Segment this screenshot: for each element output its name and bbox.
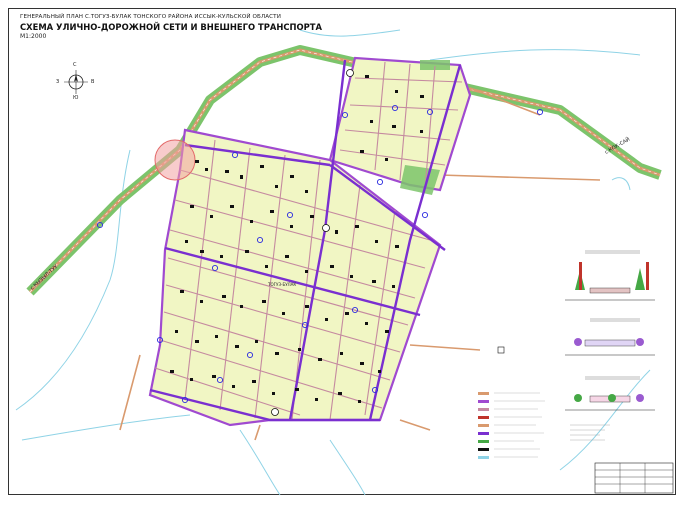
plan-scale: М1:2000 [20,33,47,40]
junction-circle [154,139,196,181]
plan-title: СХЕМА УЛИЧНО-ДОРОЖНОЙ СЕТИ И ВНЕШНЕГО ТР… [20,22,322,32]
plan-subtitle: ГЕНЕРАЛЬНЫЙ ПЛАН с.ТОГУЗ-БУЛАК ТОНСКОГО … [20,14,281,20]
map-sheet: с.КОК-САЙ с.КЫЗЫЛ-ТУУ ТОГУЗ-БУЛАК ГЕНЕРА… [0,0,686,511]
residential-zone-north [328,56,472,192]
compass-icon [64,70,88,94]
compass-rose: С Ю З В [56,62,94,101]
title-block: ГЕНЕРАЛЬНЫЙ ПЛАН с.ТОГУЗ-БУЛАК ТОНСКОГО … [20,14,380,40]
stamp-block [594,462,674,494]
profile-1 [565,250,655,301]
label-village: ТОГУЗ-БУЛАК [267,282,296,287]
compass-east: В [91,79,95,85]
label-kyzyl-tuu: с.КЫЗЫЛ-ТУУ [29,264,59,292]
profile-3 [565,376,655,411]
profile-notes [570,424,610,441]
map-canvas: с.КОК-САЙ с.КЫЗЫЛ-ТУУ ТОГУЗ-БУЛАК [15,29,674,496]
legend [478,392,545,459]
street-profiles [565,250,655,441]
compass-north: С [73,62,77,68]
profile-2 [565,318,655,356]
compass-west: З [56,79,60,85]
compass-south: Ю [73,95,79,101]
